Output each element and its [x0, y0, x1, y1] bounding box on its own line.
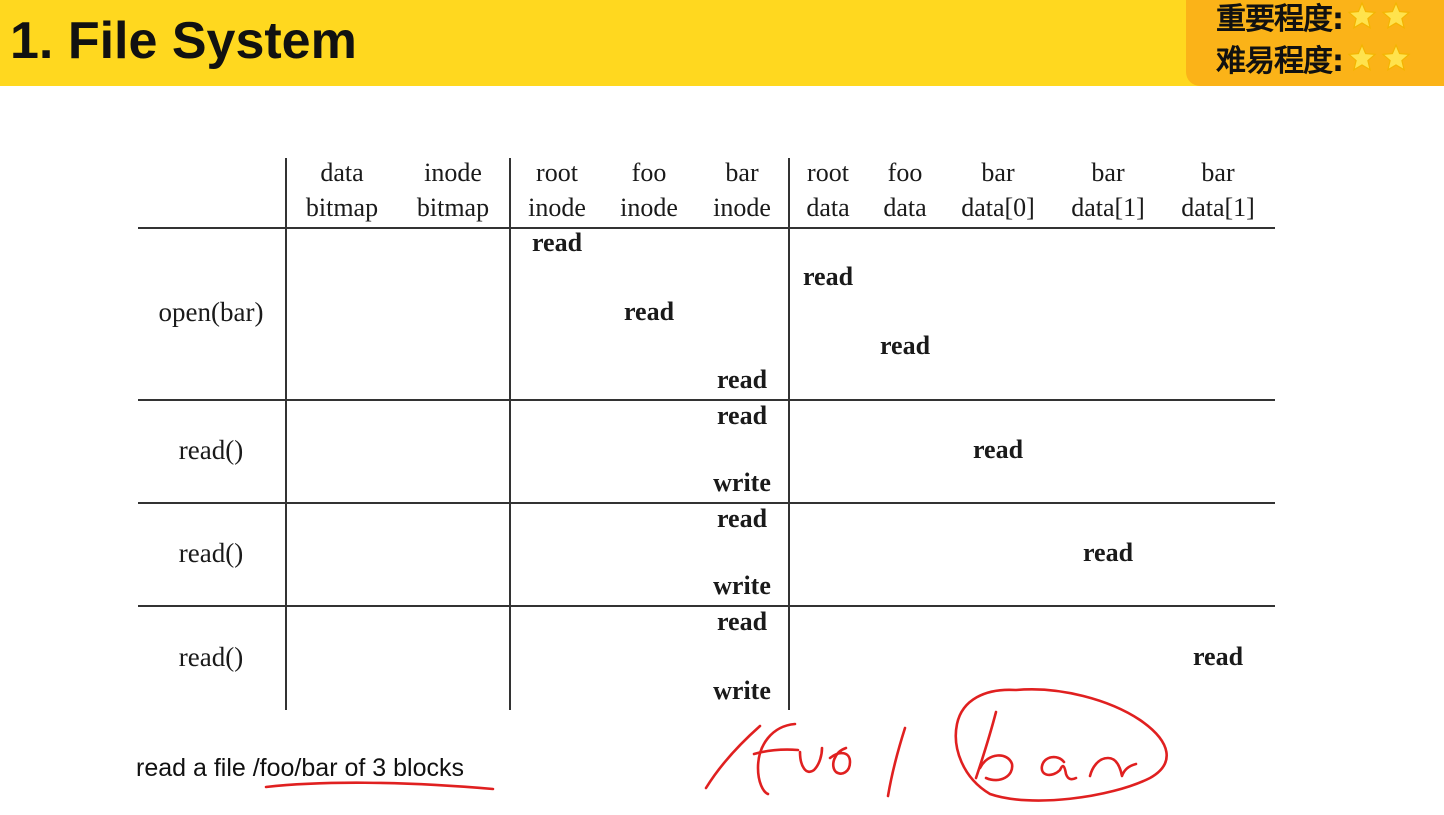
handwritten-annotation	[264, 688, 1168, 802]
